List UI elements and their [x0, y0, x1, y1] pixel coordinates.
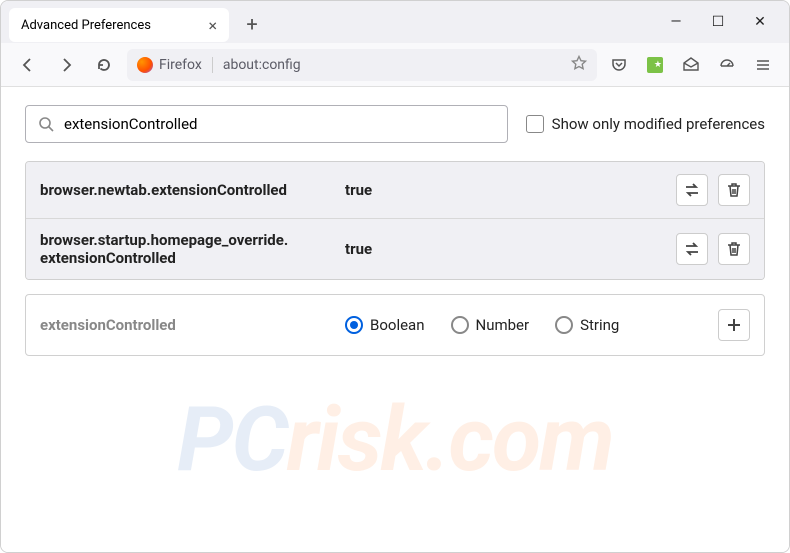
preference-list: browser.newtab.extensionControlled true … [25, 161, 765, 280]
radio-label: Boolean [370, 316, 425, 334]
identity-label: Firefox [159, 57, 202, 73]
page-content: extensionControlled Show only modified p… [1, 87, 789, 552]
preference-row[interactable]: browser.newtab.extensionControlled true [26, 162, 764, 219]
radio-label: Number [476, 316, 530, 334]
radio-icon [345, 316, 363, 334]
checkbox-label: Show only modified preferences [552, 115, 765, 133]
window-controls: — ☐ ✕ [667, 14, 781, 30]
toggle-button[interactable] [676, 233, 708, 265]
new-pref-name: extensionControlled [40, 316, 345, 334]
address-bar[interactable]: Firefox about:config [127, 49, 597, 81]
url-text: about:config [223, 57, 301, 73]
url-identity: Firefox [137, 57, 213, 73]
checkbox-icon [526, 115, 544, 133]
preference-row[interactable]: browser.startup.homepage_override. exten… [26, 219, 764, 279]
radio-boolean[interactable]: Boolean [345, 316, 425, 334]
new-tab-button[interactable]: + [237, 9, 267, 39]
close-window-button[interactable]: ✕ [751, 14, 769, 30]
pref-value: true [345, 181, 372, 199]
toggle-button[interactable] [676, 174, 708, 206]
radio-number[interactable]: Number [451, 316, 530, 334]
new-preference-row: extensionControlled Boolean Number Strin… [25, 294, 765, 356]
maximize-button[interactable]: ☐ [709, 14, 727, 30]
minimize-button[interactable]: — [667, 14, 685, 30]
watermark: PCrisk.com [177, 387, 613, 492]
search-value: extensionControlled [64, 115, 197, 133]
radio-string[interactable]: String [555, 316, 619, 334]
bookmark-star-icon[interactable] [571, 55, 587, 75]
close-tab-icon[interactable]: × [208, 16, 217, 35]
firefox-logo-icon [137, 57, 153, 73]
extension-icon[interactable] [641, 51, 669, 79]
dashboard-icon[interactable] [713, 51, 741, 79]
pref-name: browser.newtab.extensionControlled [40, 181, 345, 199]
search-icon [38, 116, 54, 132]
radio-icon [451, 316, 469, 334]
inbox-icon[interactable] [677, 51, 705, 79]
search-input[interactable]: extensionControlled [25, 105, 508, 143]
pref-value: true [345, 240, 372, 258]
browser-tab[interactable]: Advanced Preferences × [9, 8, 229, 42]
radio-icon [555, 316, 573, 334]
type-radio-group: Boolean Number String [345, 316, 619, 334]
forward-button[interactable] [51, 50, 81, 80]
toolbar: Firefox about:config [1, 43, 789, 87]
add-button[interactable] [718, 309, 750, 341]
reload-button[interactable] [89, 50, 119, 80]
radio-label: String [580, 316, 619, 334]
delete-button[interactable] [718, 174, 750, 206]
menu-button[interactable] [749, 51, 777, 79]
pref-name: browser.startup.homepage_override. exten… [40, 231, 345, 267]
tab-bar: Advanced Preferences × + — ☐ ✕ [1, 1, 789, 43]
show-modified-checkbox[interactable]: Show only modified preferences [526, 115, 765, 133]
back-button[interactable] [13, 50, 43, 80]
pocket-icon[interactable] [605, 51, 633, 79]
tab-title: Advanced Preferences [21, 18, 151, 33]
delete-button[interactable] [718, 233, 750, 265]
